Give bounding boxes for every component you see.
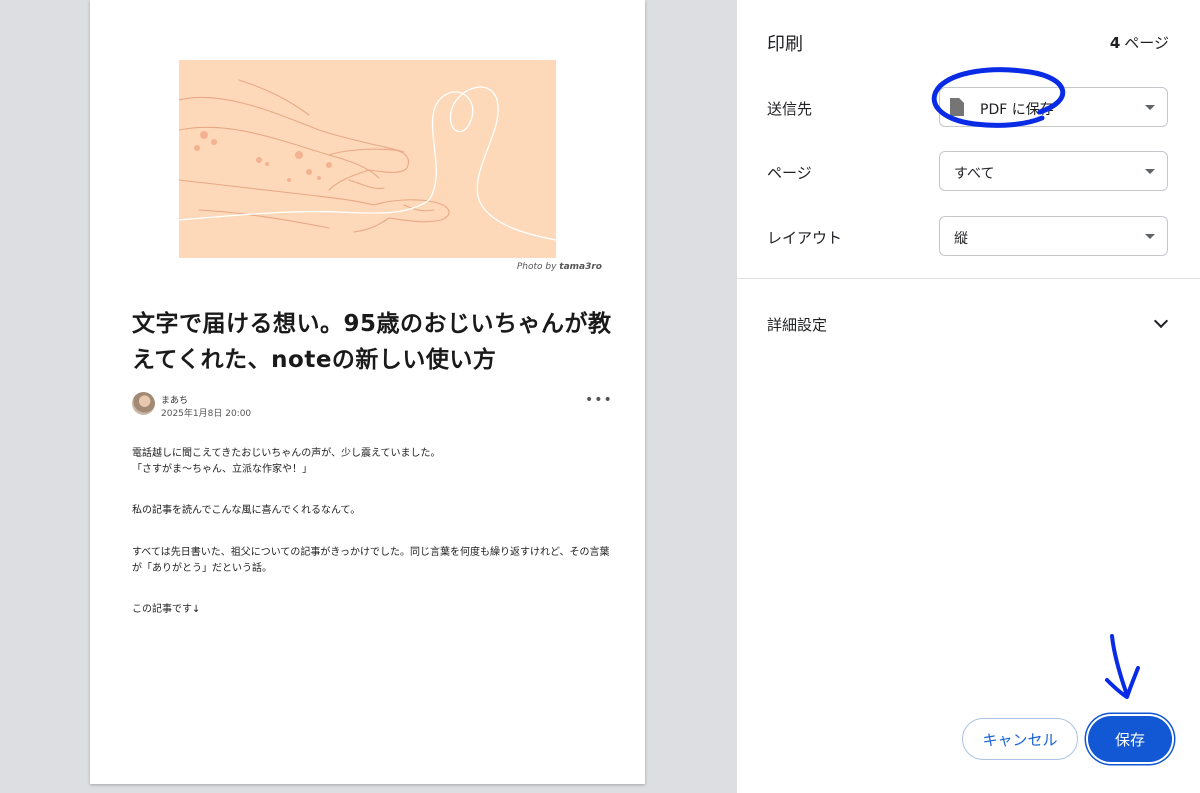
caret-down-icon (1145, 169, 1155, 174)
destination-value: PDF に保存 (980, 102, 1054, 118)
hands-illustration (179, 79, 556, 241)
panel-title: 印刷 (767, 34, 803, 55)
photo-credit: Photo by tama3ro (516, 262, 602, 272)
print-preview-area: Photo by tama3ro 文字で届ける想い。95歳のおじいちゃんが教えて… (0, 0, 737, 793)
print-settings-panel: 印刷 4 ページ 送信先 PDF に保存 ページ すべて レイアウト 縦 詳細設定… (737, 0, 1200, 793)
article-hero-image (179, 60, 556, 258)
destination-select[interactable]: PDF に保存 (939, 87, 1168, 127)
layout-value: 縦 (954, 231, 968, 247)
article-paragraph: 私の記事を読んでこんな風に喜んでくれるなんて。 (132, 505, 361, 516)
article-paragraph: 電話越しに聞こえてきたおじいちゃんの声が、少し震えていました。 「さすがま〜ちゃ… (132, 448, 441, 475)
destination-label: 送信先 (767, 100, 813, 118)
caret-down-icon (1145, 234, 1155, 239)
author-avatar (132, 392, 155, 415)
more-options-icon[interactable]: ••• (585, 392, 613, 408)
post-date: 2025年1月8日 20:00 (161, 409, 252, 419)
caret-down-icon (1145, 105, 1155, 110)
author-name: まあち (161, 396, 189, 406)
article-paragraph: すべては先日書いた、祖父についての記事がきっかけでした。同じ言葉を何度も繰り返す… (132, 547, 610, 574)
chevron-down-icon[interactable] (1153, 313, 1169, 329)
preview-page: Photo by tama3ro 文字で届ける想い。95歳のおじいちゃんが教えて… (90, 0, 645, 784)
article-paragraph: この記事です↓ (132, 604, 201, 615)
advanced-settings-label[interactable]: 詳細設定 (767, 314, 827, 335)
pages-select[interactable]: すべて (939, 151, 1168, 191)
article-title: 文字で届ける想い。95歳のおじいちゃんが教えてくれた、noteの新しい使い方 (132, 311, 612, 373)
cancel-button[interactable]: キャンセル (962, 718, 1078, 760)
pages-value: すべて (954, 166, 995, 182)
page-count: 4 ページ (1109, 34, 1169, 52)
divider (737, 278, 1200, 279)
layout-label: レイアウト (767, 229, 843, 247)
file-icon (950, 98, 964, 116)
layout-select[interactable]: 縦 (939, 216, 1168, 256)
pages-label: ページ (767, 164, 812, 182)
save-button[interactable]: 保存 (1088, 716, 1172, 762)
